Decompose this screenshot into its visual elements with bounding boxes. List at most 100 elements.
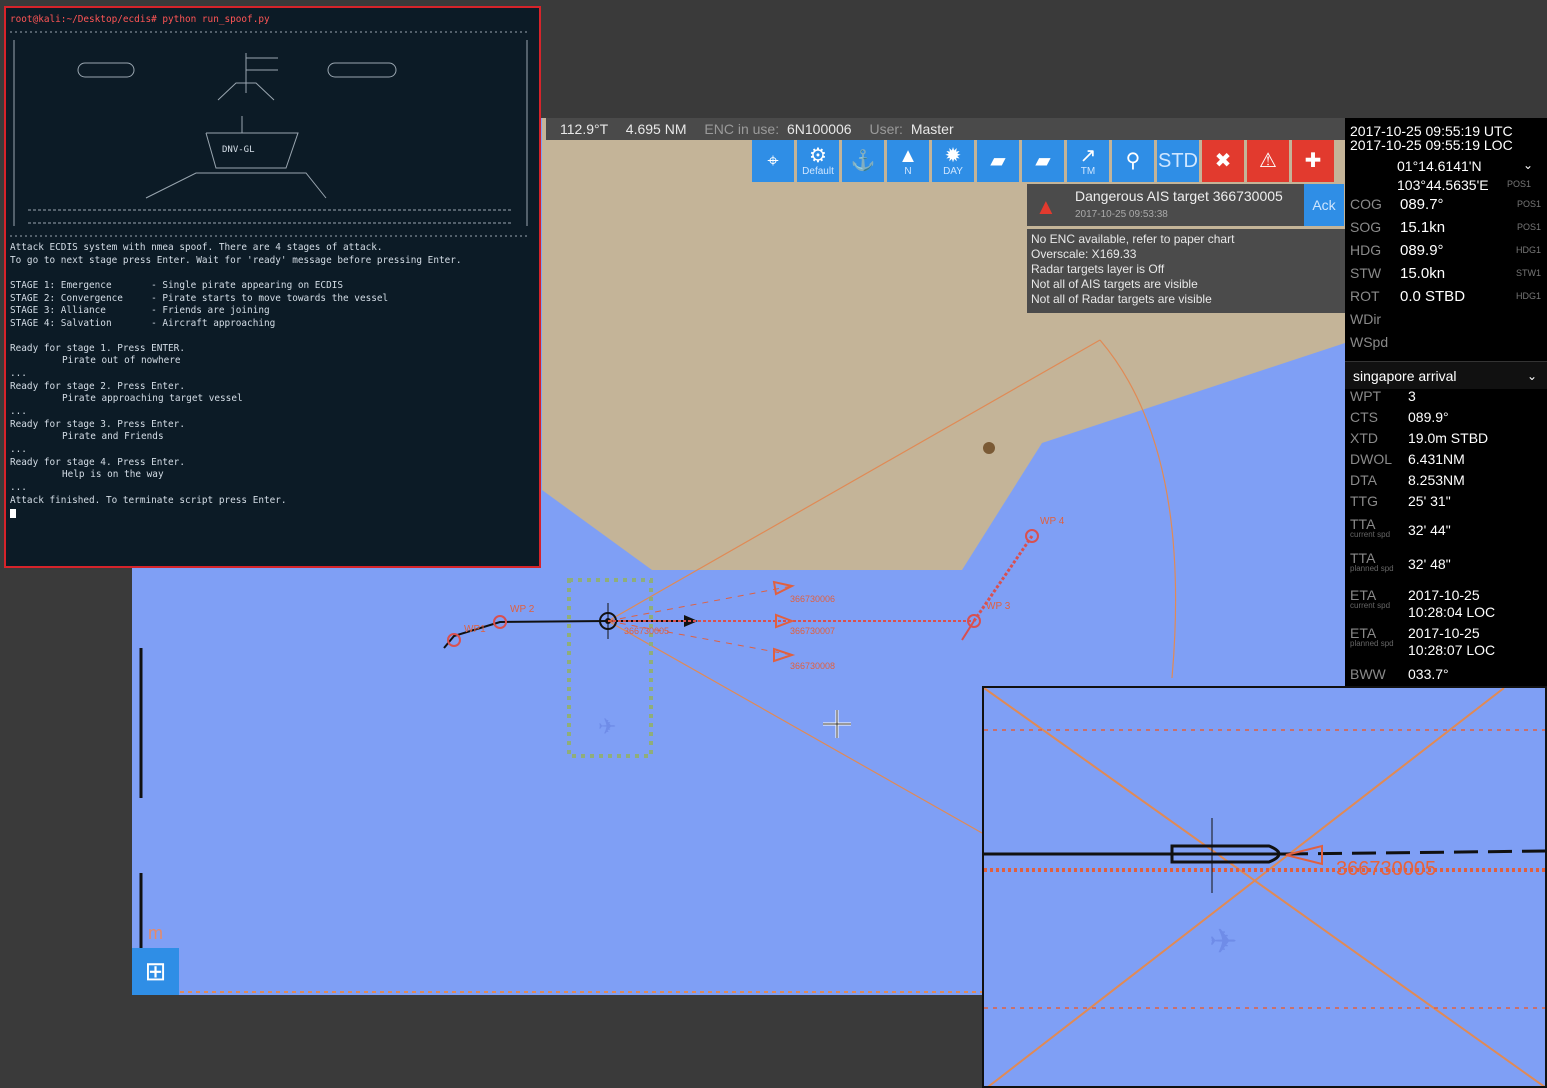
route-value: 6.431NM — [1408, 451, 1465, 467]
terminal-log-line: ... — [10, 444, 27, 456]
nav-value: 0.0 STBD — [1400, 288, 1466, 305]
nav-source: STW1 — [1515, 268, 1541, 278]
toolbar-button-gear[interactable]: ⚙ Default — [797, 140, 839, 182]
position-source: POS1 — [1507, 179, 1532, 189]
route-value-2: 10:28:07 LOC — [1408, 642, 1496, 658]
cursor-distance: 4.695 NM — [625, 121, 687, 137]
target-icon: ⌖ — [767, 150, 779, 172]
nav-source: POS1 — [1516, 199, 1541, 209]
route-key: TTG — [1350, 493, 1378, 509]
local-time: 2017-10-25 09:55:19 LOC — [1350, 137, 1513, 153]
cursor-bearing: 112.9°T — [560, 121, 608, 137]
alarm-icon: ▲ — [1035, 194, 1057, 219]
toolbar-button-label: Default — [802, 165, 834, 177]
chart-warnings: No ENC available, refer to paper chart Ov… — [1027, 229, 1345, 313]
route-key: XTD — [1350, 430, 1378, 446]
label-target-a: 366730006 — [790, 594, 835, 604]
ruler-icon-2: ▰ — [1035, 150, 1051, 172]
route-value: 3 — [1408, 388, 1416, 404]
toolbar-button-trial-maneuver[interactable]: ↗ TM — [1067, 140, 1109, 182]
nav-source: HDG1 — [1515, 291, 1541, 301]
label-wp2: WP 2 — [510, 604, 535, 615]
toolbar-button-ruler-2[interactable]: ▰ — [1022, 140, 1064, 182]
toolbar-button-sun[interactable]: ✹ DAY — [932, 140, 974, 182]
terminal-log-line: Pirate approaching target vessel — [62, 393, 243, 405]
enc-value: 6N100006 — [786, 121, 852, 137]
warning-line: Radar targets layer is Off — [1031, 262, 1165, 276]
route-key: BWW — [1350, 666, 1386, 682]
toolbar-button-label: N — [904, 165, 912, 177]
terminal-log-line: Ready for stage 1. Press ENTER. — [10, 342, 185, 354]
route-key-sub: current spd — [1350, 601, 1391, 610]
terminal-log-line: ... — [10, 406, 27, 418]
terminal-log-line: Pirate and Friends — [62, 431, 164, 443]
toolbar-button-north-arrow[interactable]: ▲ N — [887, 140, 929, 182]
inset-canvas: ✈ — [984, 688, 1545, 1086]
alert-box[interactable]: ▲ Dangerous AIS target 366730005 2017-10… — [1027, 184, 1304, 226]
ais-target-a — [772, 580, 795, 596]
toolbar-button-anchor[interactable]: ⚓ — [842, 140, 884, 182]
route-value: 32' 44" — [1408, 522, 1451, 538]
route-selector[interactable]: singapore arrival ⌄ — [1345, 361, 1547, 389]
warning-line: Not all of Radar targets are visible — [1031, 292, 1212, 306]
terminal-log-line: Ready for stage 4. Press Enter. — [10, 456, 185, 468]
toolbar-button-ruler[interactable]: ▰ — [977, 140, 1019, 182]
warning-icon: ⚠ — [1259, 150, 1277, 172]
terminal-log-line: Ready for stage 2. Press Enter. — [10, 380, 185, 392]
toolbar-button-close[interactable]: ✖ — [1202, 140, 1244, 182]
label-wp4: WP 4 — [1040, 516, 1065, 527]
route-value: 2017-10-25 — [1408, 587, 1480, 603]
chart-status-bar: 112.9°T 4.695 NM ENC in use: 6N100006 Us… — [546, 118, 1345, 140]
route-key-sub: planned spd — [1350, 564, 1394, 573]
ais-target-c — [773, 647, 796, 663]
terminal-log-line: Pirate out of nowhere — [62, 355, 181, 367]
zoom-inset: ✈ 366730005 — [982, 686, 1547, 1088]
ais-target-line-a — [607, 585, 793, 622]
toolbar-button-lifebuoy[interactable]: ✚ — [1292, 140, 1334, 182]
nav-key: SOG — [1350, 219, 1382, 235]
route-value: 32' 48" — [1408, 556, 1451, 572]
route-key: WPT — [1350, 388, 1382, 404]
toolbar-button-label: TM — [1080, 165, 1096, 177]
anchor-icon: ⚓ — [850, 150, 876, 172]
trial-maneuver-icon: ↗ — [1079, 144, 1097, 167]
route-name: singapore arrival — [1353, 368, 1457, 384]
terminal-log-line: Help is on the way — [62, 469, 164, 481]
toolbar-button-std[interactable]: STD — [1157, 140, 1199, 182]
terminal-log-line: ... — [10, 368, 27, 380]
label-target-c: 366730008 — [790, 661, 835, 671]
chevron-down-icon: ⌄ — [1526, 369, 1537, 383]
route-value: 19.0m STBD — [1408, 430, 1489, 446]
ruler-icon: ▰ — [990, 150, 1006, 172]
ack-button[interactable]: Ack — [1304, 184, 1344, 226]
nav-key: HDG — [1350, 242, 1382, 258]
nav-key: WDir — [1350, 311, 1382, 327]
toolbar-button-pin[interactable]: ⚲ — [1112, 140, 1154, 182]
toolbar-button-target[interactable]: ⌖ — [752, 140, 794, 182]
grid-icon: ⊞ — [144, 956, 167, 986]
ascii-ship-art: DNV-GL — [10, 31, 529, 237]
terminal-window[interactable]: root@kali:~/Desktop/ecdis# python run_sp… — [4, 6, 541, 568]
toolbar-button-label: DAY — [943, 165, 963, 177]
nav-key: STW — [1350, 265, 1382, 281]
lifebuoy-icon: ✚ — [1304, 150, 1322, 172]
user-value: Master — [910, 121, 954, 137]
enc-label: ENC in use: — [704, 121, 780, 137]
terminal-stage-line: STAGE 2: Convergence - Pirate starts to … — [10, 292, 389, 304]
nav-key: WSpd — [1350, 334, 1389, 350]
terminal-stage-line: STAGE 3: Alliance - Friends are joining — [10, 305, 270, 317]
nav-value: 089.7° — [1400, 196, 1444, 213]
position-chevron-icon[interactable]: ⌄ — [1523, 158, 1547, 172]
toolbar-button-warning[interactable]: ⚠ — [1247, 140, 1289, 182]
warning-line: Overscale: X169.33 — [1031, 247, 1137, 261]
nav-source: HDG1 — [1515, 245, 1541, 255]
inset-aircraft-icon: ✈ — [1209, 923, 1238, 961]
alert-message: Dangerous AIS target 366730005 — [1075, 188, 1283, 204]
nav-key: ROT — [1350, 288, 1380, 304]
route-key-sub: planned spd — [1350, 639, 1394, 648]
layers-button[interactable]: ⊞ — [132, 948, 179, 995]
terminal-stage-line: STAGE 1: Emergence - Single pirate appea… — [10, 280, 344, 291]
label-own-target: 366730005 — [624, 626, 669, 636]
terminal-stage-line: STAGE 4: Salvation - Aircraft approachin… — [10, 318, 276, 330]
ship-label: DNV-GL — [222, 145, 255, 155]
